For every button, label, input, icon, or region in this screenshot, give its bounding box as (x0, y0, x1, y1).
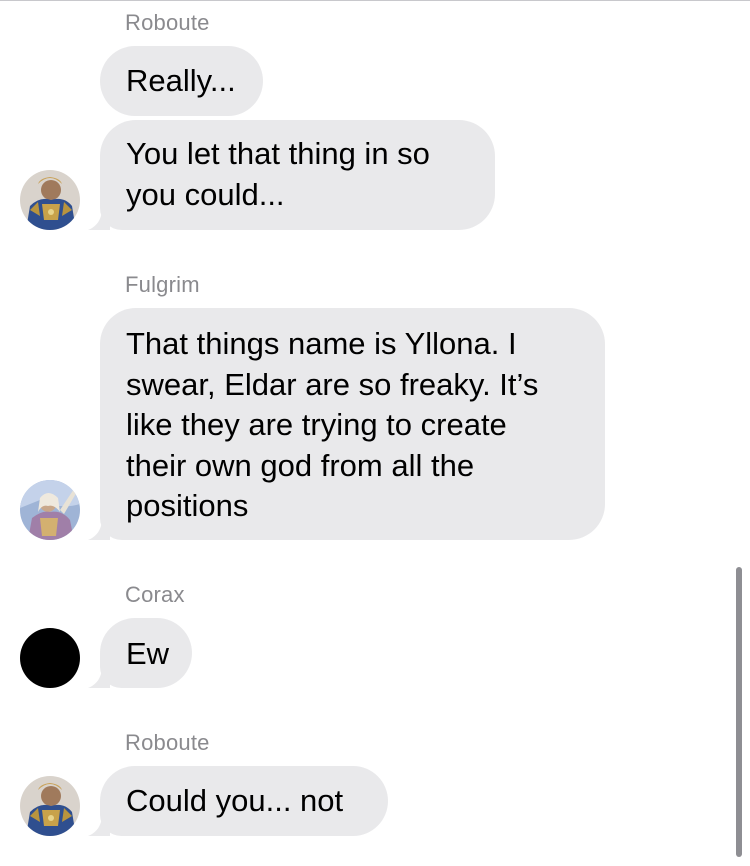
message-bubble[interactable]: You let that thing in so you could... (100, 120, 495, 230)
sender-name: Roboute (125, 730, 210, 755)
message-text: Could you... not (126, 783, 344, 818)
message-bubble[interactable]: That things name is Yllona. I swear, Eld… (100, 308, 605, 540)
sender-name: Roboute (125, 10, 210, 35)
bubble-tail (88, 518, 110, 540)
sender-name: Fulgrim (125, 272, 200, 297)
fulgrim-avatar-icon[interactable] (20, 480, 80, 540)
bubble-tail (88, 208, 110, 230)
bubble-tail (88, 814, 110, 836)
bubble-tail (88, 666, 110, 688)
message-bubble[interactable]: Really... (100, 46, 263, 116)
message-bubble[interactable]: Could you... not (100, 766, 388, 836)
message-text: You let that thing in so you could... (126, 136, 430, 212)
scrollbar-thumb[interactable] (736, 567, 742, 857)
message-text: That things name is Yllona. I swear, Eld… (126, 326, 539, 523)
message-text: Really... (126, 63, 236, 98)
top-divider (0, 0, 750, 1)
message-text: Ew (126, 636, 170, 671)
roboute-avatar-icon[interactable] (20, 776, 80, 836)
corax-avatar-icon[interactable] (20, 628, 80, 688)
roboute-avatar-icon[interactable] (20, 170, 80, 230)
message-bubble[interactable]: Ew (100, 618, 192, 688)
sender-name: Corax (125, 582, 185, 607)
